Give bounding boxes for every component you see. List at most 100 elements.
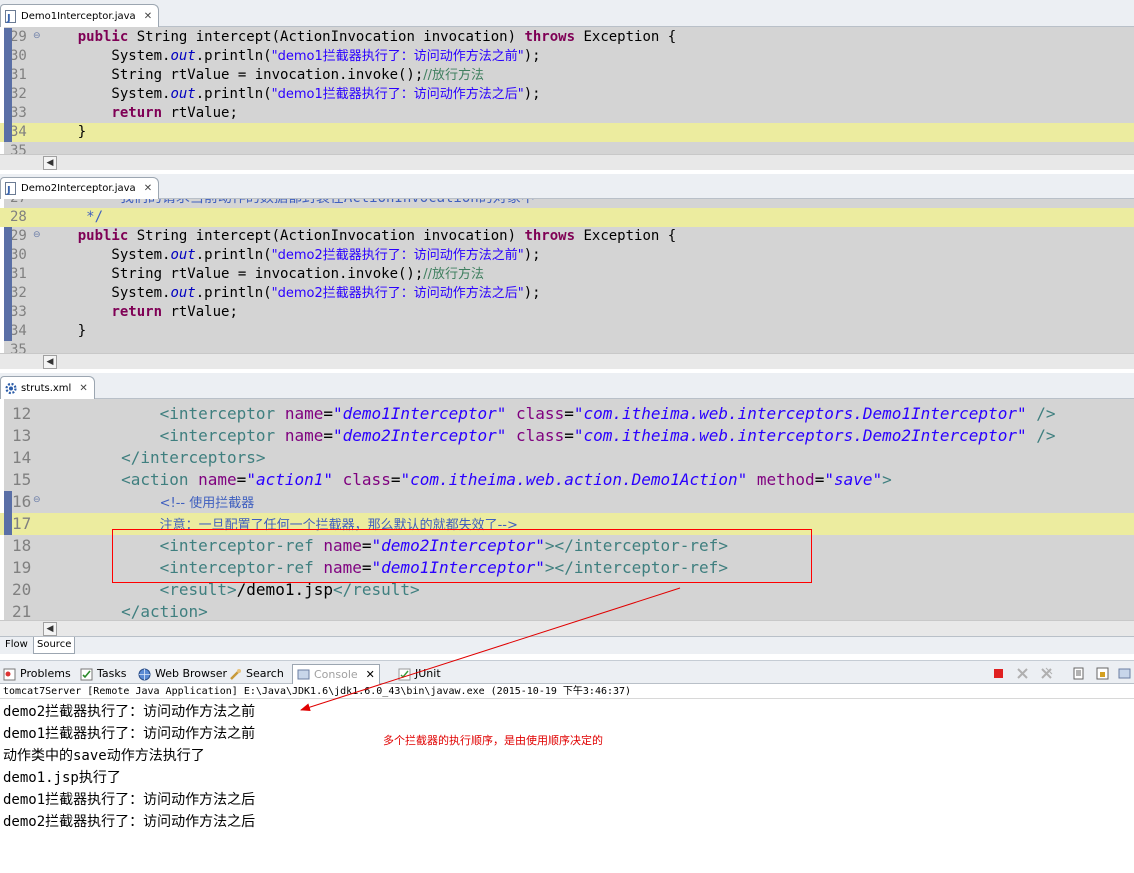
code-line: 16 <!-- 使用拦截器 — [0, 491, 1134, 513]
scroll-left-icon[interactable]: ◀ — [43, 156, 57, 170]
horizontal-scrollbar[interactable]: ◀ — [0, 154, 1134, 170]
line-number: 20 — [12, 580, 32, 599]
globe-icon — [138, 668, 151, 681]
tab-source[interactable]: Source — [33, 637, 76, 654]
console-output[interactable]: demo2拦截器执行了：访问动作方法之前 demo1拦截器执行了：访问动作方法之… — [0, 699, 1134, 873]
tab-junit[interactable]: JUnit — [398, 664, 441, 684]
code-line: 31 String rtValue = invocation.invoke();… — [0, 265, 1134, 284]
line-number: 16 — [12, 492, 32, 511]
tab-struts-xml[interactable]: struts.xml ✕ — [0, 376, 95, 399]
code-text: } — [44, 124, 87, 140]
code-text: </action> — [121, 602, 208, 620]
line-number: 13 — [12, 426, 32, 445]
fold-toggle-icon[interactable]: ⊖ — [33, 495, 41, 505]
tab-web-browser[interactable]: Web Browser — [138, 664, 227, 684]
change-marker — [4, 104, 12, 123]
change-marker — [4, 66, 12, 85]
code-line: 28 */ — [0, 208, 1134, 227]
code-line: 35 — [0, 142, 1134, 154]
scroll-left-icon[interactable]: ◀ — [43, 355, 57, 369]
change-marker — [4, 303, 12, 322]
code-line: 31 String rtValue = invocation.invoke();… — [0, 66, 1134, 85]
tab-demo2interceptor[interactable]: J Demo2Interceptor.java ✕ — [0, 177, 160, 199]
tab-problems[interactable]: Problems — [3, 664, 71, 684]
tab-label: Problems — [20, 667, 71, 680]
scroll-lock-icon[interactable] — [1096, 667, 1109, 680]
close-icon[interactable]: ✕ — [144, 11, 152, 22]
tab-console[interactable]: Console ✕ — [292, 664, 380, 684]
code-text: public String intercept(ActionInvocation… — [77, 29, 677, 45]
tab-label: JUnit — [415, 667, 441, 680]
tab-demo1interceptor[interactable]: J Demo1Interceptor.java ✕ — [0, 4, 160, 27]
code-editor-demo2[interactable]: 27 * 我们的请求当前动作的数据都封装在ActionInvocation的对象… — [0, 199, 1134, 353]
code-line: 29 public String intercept(ActionInvocat… — [0, 227, 1134, 246]
console-line: demo1.jsp执行了 — [3, 770, 121, 786]
line-number: 31 — [10, 67, 27, 83]
scroll-left-icon[interactable]: ◀ — [43, 622, 57, 636]
change-marker — [4, 265, 12, 284]
xml-editor-struts[interactable]: 12 <interceptor name="demo1Interceptor" … — [0, 399, 1134, 620]
line-number: 33 — [10, 105, 27, 121]
change-marker — [4, 513, 12, 535]
tab-search[interactable]: Search — [229, 664, 284, 684]
code-text: <interceptor name="demo2Interceptor" cla… — [159, 426, 1056, 445]
horizontal-scrollbar[interactable]: ◀ — [0, 620, 1134, 636]
clear-console-icon[interactable] — [1072, 667, 1085, 680]
change-marker — [4, 47, 12, 66]
code-text: System.out.println("demo2拦截器执行了：访问动作方法之后… — [44, 285, 541, 301]
line-number: 18 — [12, 536, 32, 555]
code-editor-demo1[interactable]: 29 public String intercept(ActionInvocat… — [0, 27, 1134, 154]
code-line: 29 public String intercept(ActionInvocat… — [0, 28, 1134, 47]
code-line: 33 return rtValue; — [0, 104, 1134, 123]
tab-label: Demo1Interceptor.java — [21, 10, 136, 22]
problems-icon — [3, 668, 16, 681]
console-line: demo1拦截器执行了：访问动作方法之前 — [3, 726, 256, 742]
views-tabbar: Problems Tasks Web Browser Search Consol… — [0, 660, 1134, 684]
change-marker — [4, 28, 12, 47]
remove-launch-icon[interactable] — [1016, 667, 1029, 680]
code-text: * 我们的请求当前动作的数据都封装在ActionInvocation的对象中 — [44, 199, 535, 208]
annotation-note: 多个拦截器的执行顺序，是由使用顺序决定的 — [383, 734, 603, 747]
tab-tasks[interactable]: Tasks — [80, 664, 126, 684]
change-marker — [4, 246, 12, 265]
terminate-icon[interactable] — [992, 667, 1005, 680]
code-text: <!-- 使用拦截器 — [159, 496, 255, 511]
tab-label: Search — [246, 667, 284, 680]
svg-text:J: J — [6, 13, 11, 23]
code-line: 35 — [0, 341, 1134, 353]
line-number: 32 — [10, 86, 27, 102]
tab-flow[interactable]: Flow — [2, 637, 31, 654]
line-number: 35 — [10, 342, 27, 353]
pin-console-icon[interactable] — [1118, 667, 1131, 680]
fold-toggle-icon[interactable]: ⊖ — [33, 31, 41, 41]
line-number: 29 — [10, 29, 27, 45]
horizontal-scrollbar[interactable]: ◀ — [0, 353, 1134, 369]
code-text: </interceptors> — [121, 448, 266, 467]
code-text: */ — [44, 209, 104, 225]
line-number: 30 — [10, 247, 27, 263]
code-line: 33 return rtValue; — [0, 303, 1134, 322]
code-text: <interceptor name="demo1Interceptor" cla… — [159, 404, 1056, 423]
remove-all-icon[interactable] — [1040, 667, 1053, 680]
tab-label: Demo2Interceptor.java — [21, 183, 136, 194]
code-text: return rtValue; — [111, 105, 238, 121]
tasks-icon — [80, 668, 93, 681]
close-icon[interactable]: ✕ — [144, 183, 152, 194]
line-number: 29 — [10, 228, 27, 244]
code-text: return rtValue; — [111, 304, 238, 320]
code-line: 27 * 我们的请求当前动作的数据都封装在ActionInvocation的对象… — [0, 199, 1134, 208]
close-icon[interactable]: ✕ — [79, 383, 87, 394]
line-number: 14 — [12, 448, 32, 467]
code-text: System.out.println("demo2拦截器执行了：访问动作方法之前… — [44, 247, 541, 263]
close-icon[interactable]: ✕ — [366, 665, 375, 685]
change-marker — [4, 284, 12, 303]
code-line: 12 <interceptor name="demo1Interceptor" … — [0, 403, 1134, 425]
editor-mode-tabs: Flow Source — [0, 636, 1134, 654]
tab-label: Console — [314, 667, 358, 681]
fold-toggle-icon[interactable]: ⊖ — [33, 230, 41, 240]
code-line: 21 </action> — [0, 601, 1134, 620]
line-number: 31 — [10, 266, 27, 282]
change-marker — [4, 322, 12, 341]
code-line: 34 } — [0, 123, 1134, 142]
java-file-icon: J — [5, 9, 17, 24]
